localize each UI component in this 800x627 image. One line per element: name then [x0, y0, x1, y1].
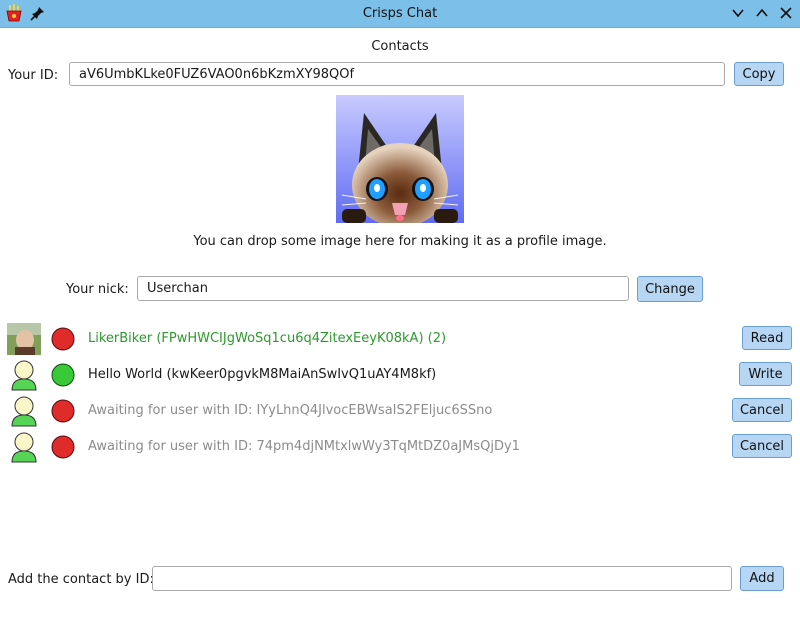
minimize-chevron-down-icon[interactable] [730, 5, 746, 21]
profile-image[interactable] [336, 95, 464, 223]
status-offline-icon [51, 435, 75, 459]
contact-row: Hello World (kwKeer0pgvkM8MaiAnSwIvQ1uAY… [0, 357, 800, 393]
user-avatar-icon [11, 360, 37, 391]
contact-name: Awaiting for user with ID: 74pm4djNMtxlw… [88, 439, 520, 454]
status-offline-icon [51, 327, 75, 351]
contact-name: LikerBiker (FPwHWCIJgWoSq1cu6q4ZitexEeyK… [88, 331, 447, 346]
window-title: Crisps Chat [362, 6, 438, 21]
copy-button[interactable]: Copy [734, 62, 784, 86]
cancel-button[interactable]: Cancel [732, 434, 792, 458]
contact-row: LikerBiker (FPwHWCIJgWoSq1cu6q4ZitexEeyK… [0, 321, 800, 357]
read-button[interactable]: Read [742, 326, 792, 350]
status-offline-icon [51, 399, 75, 423]
contact-name: Awaiting for user with ID: IYyLhnQ4Jlvoc… [88, 403, 493, 418]
add-contact-id-field[interactable] [152, 566, 732, 591]
contact-row: Awaiting for user with ID: 74pm4djNMtxlw… [0, 429, 800, 465]
maximize-chevron-up-icon[interactable] [754, 5, 770, 21]
cancel-button[interactable]: Cancel [732, 398, 792, 422]
user-avatar-icon [11, 396, 37, 427]
close-icon[interactable] [778, 5, 794, 21]
status-online-icon [51, 363, 75, 387]
nick-field[interactable] [137, 276, 629, 301]
your-nick-label: Your nick: [66, 282, 129, 297]
add-button[interactable]: Add [740, 566, 784, 591]
add-contact-label: Add the contact by ID: [8, 572, 154, 587]
contact-name: Hello World (kwKeer0pgvkM8MaiAnSwIvQ1uAY… [88, 367, 437, 382]
change-nick-button[interactable]: Change [637, 276, 703, 302]
contact-row: Awaiting for user with ID: IYyLhnQ4Jlvoc… [0, 393, 800, 429]
contacts-title: Contacts [371, 39, 429, 54]
your-id-label: Your ID: [8, 68, 59, 83]
title-bar: Crisps Chat [0, 0, 800, 28]
photo-avatar [7, 323, 41, 355]
user-avatar-icon [11, 432, 37, 463]
your-id-field[interactable] [69, 62, 725, 86]
profile-image-hint: You can drop some image here for making … [193, 234, 607, 249]
write-button[interactable]: Write [739, 362, 792, 386]
